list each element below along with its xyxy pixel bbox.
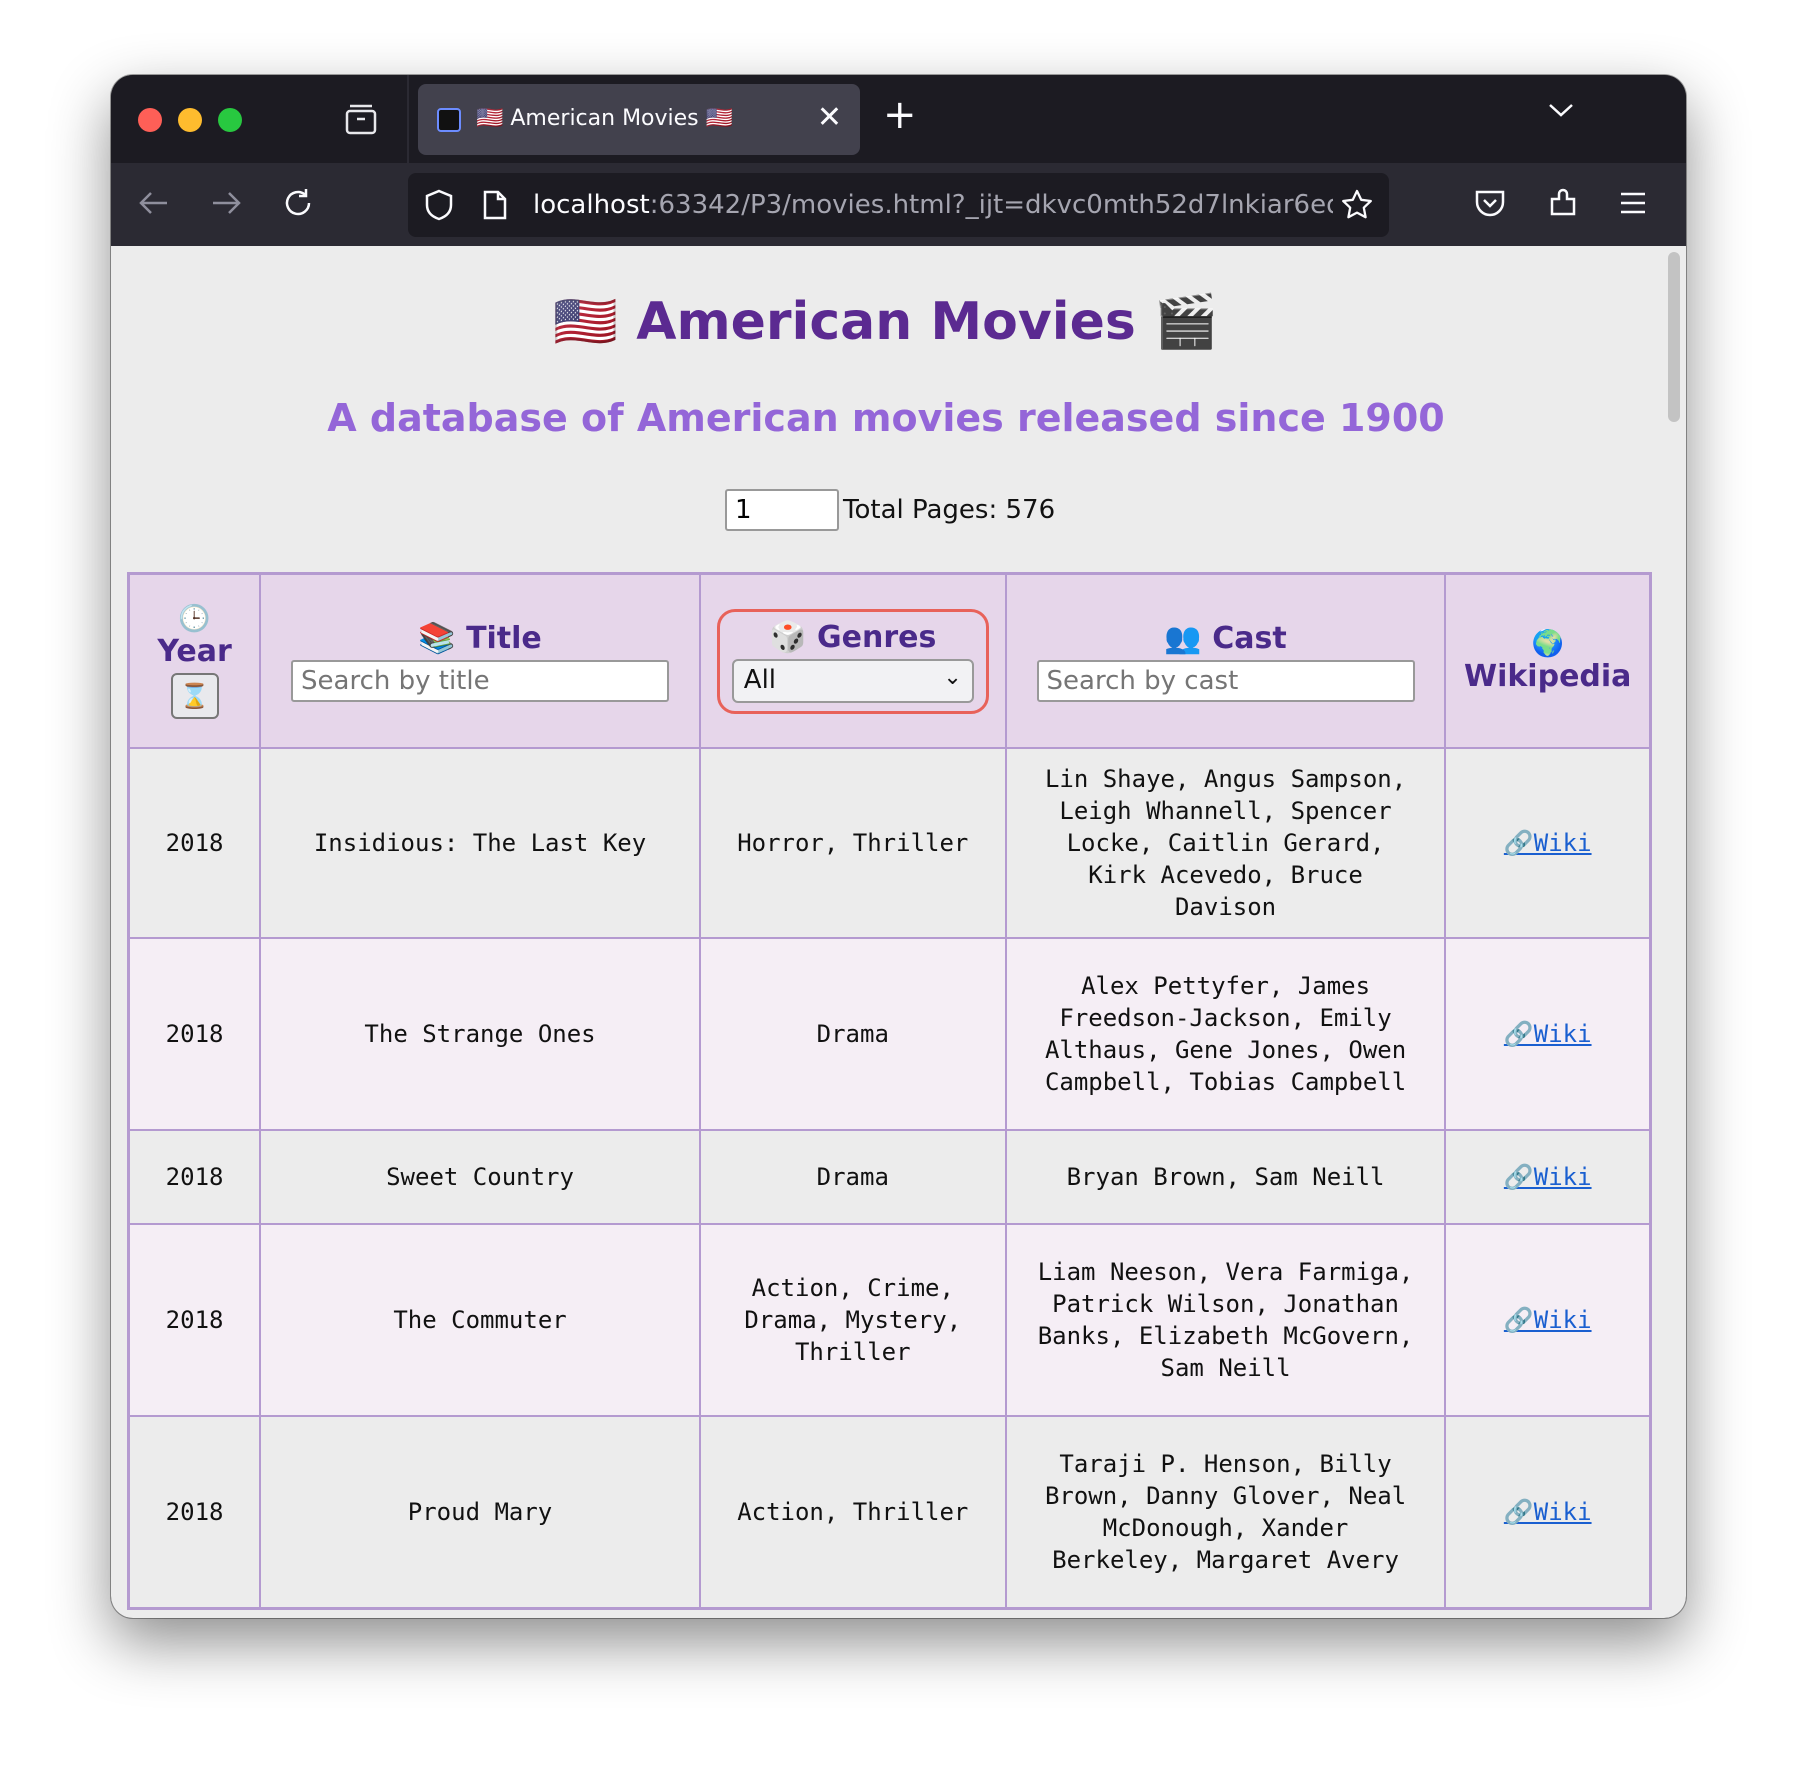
navigation-toolbar: localhost:63342/P3/movies.html?_ijt=dkvc… bbox=[111, 163, 1686, 246]
year-header: 🕒 Year ⌛ bbox=[127, 572, 262, 749]
cast-cell: Bryan Brown, Sam Neill bbox=[1004, 1129, 1447, 1225]
url-host: localhost bbox=[533, 190, 650, 220]
url-text[interactable]: localhost:63342/P3/movies.html?_ijt=dkvc… bbox=[533, 190, 1333, 220]
wiki-link[interactable]: 🔗Wiki bbox=[1504, 829, 1592, 857]
title-search-input[interactable] bbox=[291, 659, 670, 702]
title-header-label: 📚 Title bbox=[418, 620, 542, 656]
close-tab-icon[interactable]: ✕ bbox=[817, 103, 842, 133]
pocket-icon[interactable] bbox=[1474, 188, 1506, 223]
year-cell: 2018 bbox=[127, 1223, 262, 1417]
table-row: 2018 Proud Mary Action, Thriller Taraji … bbox=[127, 1415, 1652, 1609]
minimize-window-button[interactable] bbox=[178, 108, 202, 132]
wikipedia-header-label: Wikipedia bbox=[1463, 658, 1632, 694]
wiki-cell: 🔗Wiki bbox=[1444, 1223, 1652, 1417]
cast-search-input[interactable] bbox=[1036, 659, 1415, 702]
extensions-icon[interactable] bbox=[1547, 187, 1579, 224]
total-pages-label: Total Pages: 576 bbox=[843, 495, 1056, 525]
tab-strip: 🇺🇸 American Movies 🇺🇸 ✕ + bbox=[111, 75, 1686, 163]
page-info-icon[interactable] bbox=[482, 189, 508, 226]
chevron-down-icon: ⌄ bbox=[943, 664, 962, 690]
tab-overview-icon[interactable] bbox=[344, 102, 378, 136]
genres-select[interactable]: All ⌄ bbox=[731, 658, 974, 703]
vertical-scrollbar[interactable] bbox=[1668, 252, 1680, 422]
pagination: Total Pages: 576 bbox=[725, 488, 1055, 532]
table-header-row: 🕒 Year ⌛ 📚 Title 🎲 Genres All bbox=[127, 572, 1652, 749]
genres-cell: Drama bbox=[698, 937, 1007, 1131]
new-tab-icon[interactable]: + bbox=[883, 95, 917, 135]
back-arrow-icon[interactable] bbox=[137, 186, 171, 225]
bookmark-star-icon[interactable] bbox=[1340, 188, 1374, 227]
genres-header: 🎲 Genres All ⌄ bbox=[698, 572, 1007, 749]
year-cell: 2018 bbox=[127, 1415, 262, 1609]
page-number-input[interactable] bbox=[725, 489, 839, 531]
clock-icon: 🕒 bbox=[178, 603, 211, 634]
year-cell: 2018 bbox=[127, 747, 262, 939]
wiki-cell: 🔗Wiki bbox=[1444, 747, 1652, 939]
favicon-icon bbox=[437, 108, 461, 132]
menu-hamburger-icon[interactable] bbox=[1619, 189, 1647, 221]
title-cell: Sweet Country bbox=[259, 1129, 701, 1225]
genres-cell: Action, Thriller bbox=[698, 1415, 1007, 1609]
globe-icon: 🌍 bbox=[1531, 628, 1564, 659]
cast-cell: Taraji P. Henson, Billy Brown, Danny Glo… bbox=[1004, 1415, 1447, 1609]
table-row: 2018 The Commuter Action, Crime, Drama, … bbox=[127, 1223, 1652, 1417]
url-path: :63342/P3/movies.html?_ijt=dkvc0mth52d7l… bbox=[649, 190, 1333, 220]
year-cell: 2018 bbox=[127, 937, 262, 1131]
year-header-label: Year bbox=[157, 633, 232, 669]
genres-cell: Action, Crime, Drama, Mystery, Thriller bbox=[698, 1223, 1007, 1417]
wiki-cell: 🔗Wiki bbox=[1444, 1129, 1652, 1225]
wiki-cell: 🔗Wiki bbox=[1444, 937, 1652, 1131]
title-cell: Insidious: The Last Key bbox=[259, 747, 701, 939]
title-cell: Proud Mary bbox=[259, 1415, 701, 1609]
wikipedia-header: 🌍 Wikipedia bbox=[1444, 572, 1652, 749]
genres-cell: Horror, Thriller bbox=[698, 747, 1007, 939]
genres-filter-highlight: 🎲 Genres All ⌄ bbox=[716, 608, 989, 714]
tracking-shield-icon[interactable] bbox=[424, 189, 454, 226]
sort-year-button[interactable]: ⌛ bbox=[170, 672, 219, 719]
year-cell: 2018 bbox=[127, 1129, 262, 1225]
wiki-link[interactable]: 🔗Wiki bbox=[1504, 1306, 1592, 1334]
wiki-link[interactable]: 🔗Wiki bbox=[1504, 1020, 1592, 1048]
forward-arrow-icon[interactable] bbox=[209, 186, 243, 225]
cast-cell: Alex Pettyfer, James Freedson-Jackson, E… bbox=[1004, 937, 1447, 1131]
title-cell: The Strange Ones bbox=[259, 937, 701, 1131]
table-row: 2018 Insidious: The Last Key Horror, Thr… bbox=[127, 747, 1652, 939]
movies-table: 🕒 Year ⌛ 📚 Title 🎲 Genres All bbox=[127, 572, 1652, 1610]
title-cell: The Commuter bbox=[259, 1223, 701, 1417]
genres-selected-value: All bbox=[743, 664, 777, 695]
genres-cell: Drama bbox=[698, 1129, 1007, 1225]
tab-title: 🇺🇸 American Movies 🇺🇸 bbox=[476, 106, 734, 131]
genres-header-label: 🎲 Genres bbox=[769, 619, 937, 655]
cast-header-label: 👥 Cast bbox=[1164, 620, 1287, 656]
page-subtitle: A database of American movies released s… bbox=[327, 396, 1445, 440]
wiki-link[interactable]: 🔗Wiki bbox=[1504, 1163, 1592, 1191]
address-bar[interactable]: localhost:63342/P3/movies.html?_ijt=dkvc… bbox=[408, 173, 1389, 237]
title-header: 📚 Title bbox=[259, 572, 701, 749]
close-window-button[interactable] bbox=[138, 108, 162, 132]
zoom-window-button[interactable] bbox=[218, 108, 242, 132]
page-title: 🇺🇸 American Movies 🎬 bbox=[553, 292, 1219, 352]
tab-list-chevron-icon[interactable] bbox=[1547, 97, 1575, 127]
cast-cell: Liam Neeson, Vera Farmiga, Patrick Wilso… bbox=[1004, 1223, 1447, 1417]
table-row: 2018 The Strange Ones Drama Alex Pettyfe… bbox=[127, 937, 1652, 1131]
tab-divider bbox=[407, 75, 409, 163]
wiki-link[interactable]: 🔗Wiki bbox=[1504, 1498, 1592, 1526]
active-tab[interactable]: 🇺🇸 American Movies 🇺🇸 ✕ bbox=[418, 84, 860, 155]
page-content: 🇺🇸 American Movies 🎬 A database of Ameri… bbox=[111, 246, 1686, 1618]
reload-icon[interactable] bbox=[281, 186, 315, 225]
wiki-cell: 🔗Wiki bbox=[1444, 1415, 1652, 1609]
cast-header: 👥 Cast bbox=[1004, 572, 1447, 749]
browser-window: 🇺🇸 American Movies 🇺🇸 ✕ + localhost:6334… bbox=[111, 75, 1686, 1618]
cast-cell: Lin Shaye, Angus Sampson, Leigh Whannell… bbox=[1004, 747, 1447, 939]
table-row: 2018 Sweet Country Drama Bryan Brown, Sa… bbox=[127, 1129, 1652, 1225]
